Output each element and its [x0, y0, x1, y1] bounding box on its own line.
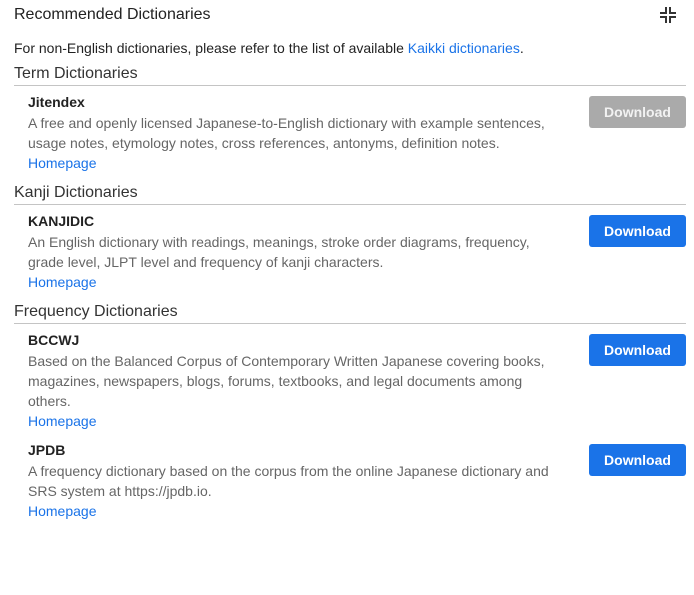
dictionary-name: BCCWJ	[28, 332, 80, 348]
download-button-jpdb[interactable]: Download	[589, 444, 686, 476]
dictionary-homepage-link[interactable]: Homepage	[28, 272, 97, 292]
dictionary-homepage-link[interactable]: Homepage	[28, 153, 97, 173]
panel-header: Recommended Dictionaries	[14, 5, 686, 27]
collapse-icon	[660, 7, 676, 23]
dictionary-item-jitendex: Jitendex A free and openly licensed Japa…	[28, 93, 568, 173]
dictionary-description: Based on the Balanced Corpus of Contempo…	[28, 353, 545, 409]
dictionary-description: A frequency dictionary based on the corp…	[28, 463, 549, 499]
dictionary-item-bccwj: BCCWJ Based on the Balanced Corpus of Co…	[28, 331, 568, 431]
section-title-term-dictionaries: Term Dictionaries	[14, 65, 686, 86]
dictionary-item-jpdb: JPDB A frequency dictionary based on the…	[28, 441, 568, 521]
dictionary-name: JPDB	[28, 442, 66, 458]
intro-text-after: .	[519, 40, 524, 56]
section-title-frequency-dictionaries: Frequency Dictionaries	[14, 303, 686, 324]
dictionary-homepage-link[interactable]: Homepage	[28, 501, 97, 521]
dictionary-item-kanjidic: KANJIDIC An English dictionary with read…	[28, 212, 568, 292]
section-title-kanji-dictionaries: Kanji Dictionaries	[14, 184, 686, 205]
intro-text-before: For non-English dictionaries, please ref…	[14, 40, 408, 56]
kaikki-dictionaries-link[interactable]: Kaikki dictionaries	[408, 40, 520, 56]
panel-title: Recommended Dictionaries	[14, 6, 211, 23]
recommended-dictionaries-panel: Recommended Dictionaries For non-English…	[0, 0, 694, 595]
dictionary-name: Jitendex	[28, 94, 85, 110]
download-button-kanjidic[interactable]: Download	[589, 215, 686, 247]
dictionary-name: KANJIDIC	[28, 213, 95, 229]
dictionary-homepage-link[interactable]: Homepage	[28, 411, 97, 431]
dictionary-description: A free and openly licensed Japanese-to-E…	[28, 115, 545, 151]
collapse-button[interactable]	[658, 5, 678, 25]
download-button-jitendex[interactable]: Download	[589, 96, 686, 128]
intro-text: For non-English dictionaries, please ref…	[14, 39, 524, 57]
download-button-bccwj[interactable]: Download	[589, 334, 686, 366]
dictionary-description: An English dictionary with readings, mea…	[28, 234, 530, 270]
